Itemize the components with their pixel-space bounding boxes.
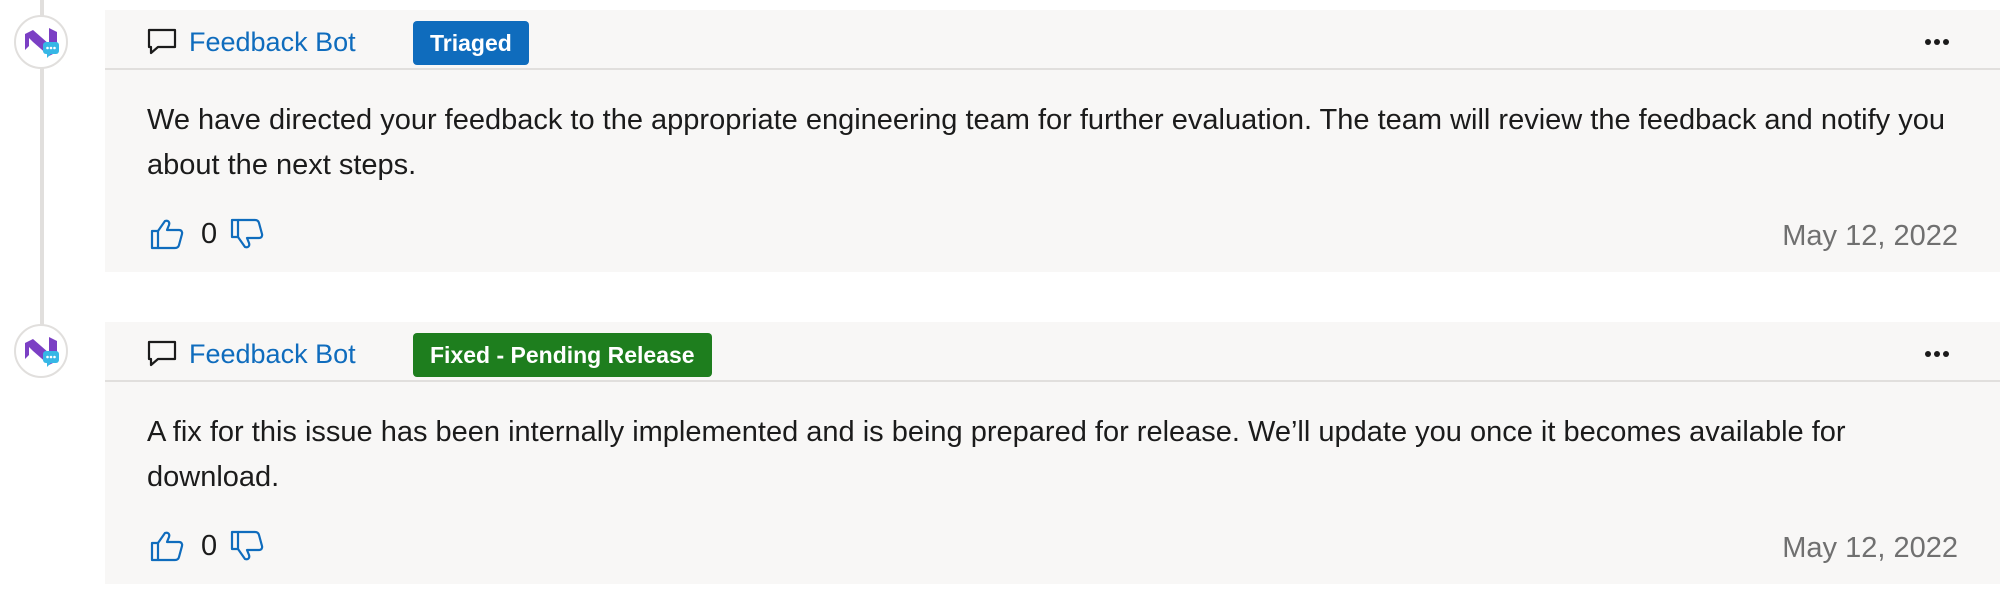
vote-count: 0 (201, 217, 218, 250)
upvote-button[interactable] (147, 526, 187, 566)
author-link[interactable]: Feedback Bot (189, 25, 356, 59)
feedback-bot-avatar (14, 15, 68, 69)
vote-controls: 0 (147, 214, 267, 254)
visual-studio-feedback-bot-icon (25, 337, 59, 367)
comment-icon (147, 28, 177, 55)
downvote-button[interactable] (227, 526, 267, 566)
thumbs-up-icon (150, 531, 184, 562)
comment-card: Feedback Bot Triaged We have directed yo… (105, 10, 2000, 272)
comment-date: May 12, 2022 (1782, 532, 1958, 564)
comment-card: Feedback Bot Fixed - Pending Release A f… (105, 322, 2000, 584)
author-link[interactable]: Feedback Bot (189, 337, 356, 371)
more-options-icon (1925, 351, 1949, 357)
status-badge: Triaged (413, 21, 529, 65)
visual-studio-feedback-bot-icon (25, 28, 59, 58)
comment-header: Feedback Bot Triaged (105, 10, 2000, 70)
upvote-button[interactable] (147, 214, 187, 254)
comment-header: Feedback Bot Fixed - Pending Release (105, 322, 2000, 382)
comment-message: We have directed your feedback to the ap… (147, 104, 1945, 181)
comment-timeline: Feedback Bot Triaged We have directed yo… (0, 0, 2011, 607)
more-options-button[interactable] (1916, 338, 1958, 370)
comment-icon (147, 340, 177, 367)
more-options-button[interactable] (1916, 26, 1958, 58)
thumbs-down-icon (231, 530, 264, 561)
thumbs-down-icon (231, 218, 264, 249)
vote-count: 0 (201, 529, 218, 562)
downvote-button[interactable] (227, 214, 267, 254)
comment-message: A fix for this issue has been internally… (147, 416, 1846, 493)
vote-controls: 0 (147, 526, 267, 566)
more-options-icon (1925, 39, 1949, 45)
status-badge: Fixed - Pending Release (413, 333, 712, 377)
thumbs-up-icon (150, 219, 184, 250)
comment-date: May 12, 2022 (1782, 220, 1958, 252)
feedback-bot-avatar (14, 324, 68, 378)
